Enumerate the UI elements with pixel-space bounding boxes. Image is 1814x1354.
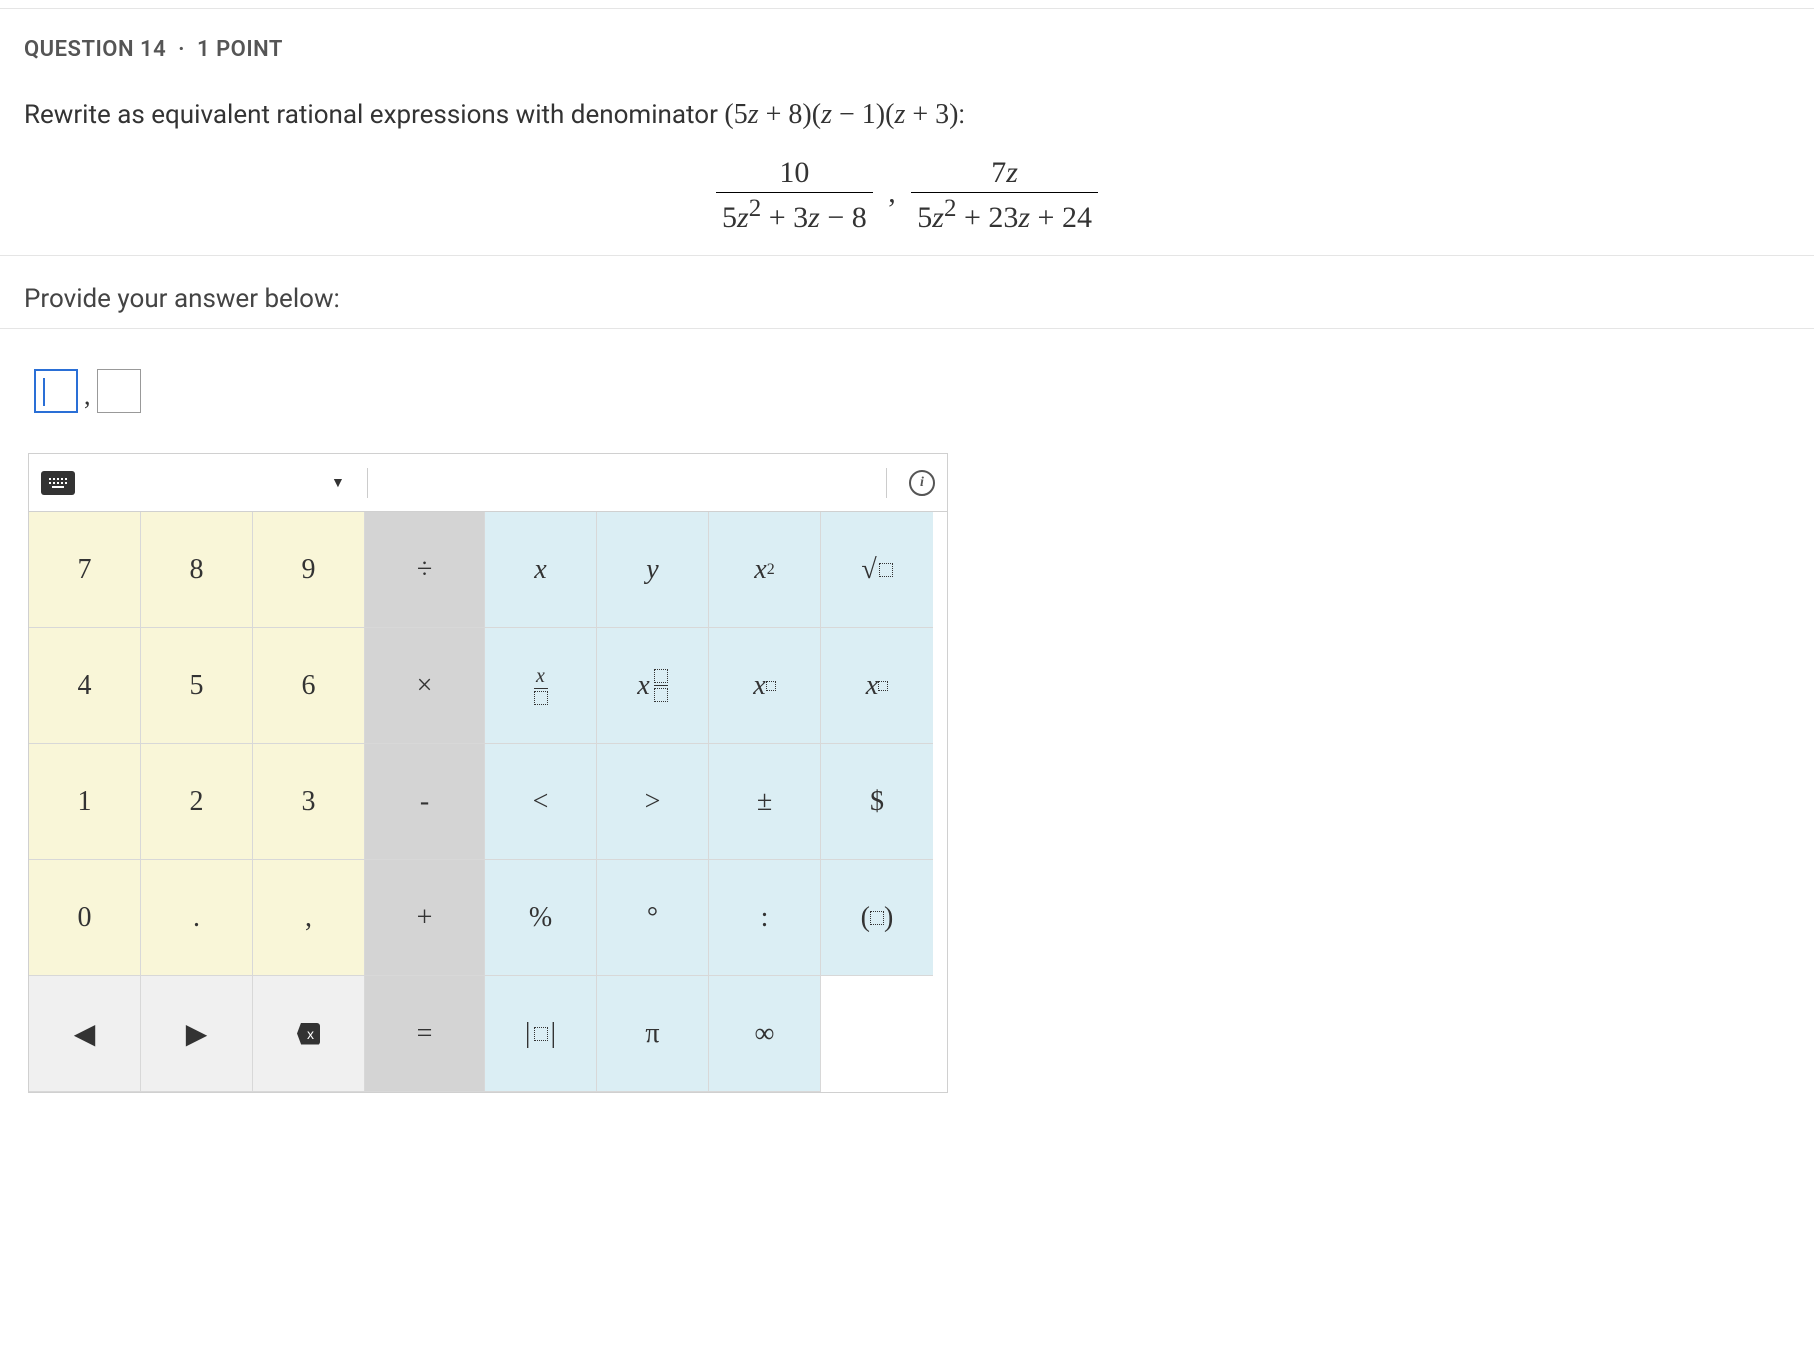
- backspace-icon: x: [297, 1023, 320, 1045]
- key-infinity[interactable]: ∞: [709, 976, 821, 1092]
- keyboard-icon[interactable]: [41, 471, 75, 495]
- question-label-prefix: QUESTION: [24, 37, 134, 62]
- key-greater-than[interactable]: >: [597, 744, 709, 860]
- answer-input-1[interactable]: [34, 369, 78, 413]
- key-pi[interactable]: π: [597, 976, 709, 1092]
- key-8[interactable]: 8: [141, 512, 253, 628]
- key-minus[interactable]: -: [365, 744, 485, 860]
- keypad-toolbar: ▼ i: [29, 454, 947, 512]
- fraction-1: 10 5z2 + 3z − 8: [716, 156, 873, 235]
- key-divide[interactable]: ÷: [365, 512, 485, 628]
- dropdown-caret-icon[interactable]: ▼: [331, 474, 345, 491]
- key-plus[interactable]: +: [365, 860, 485, 976]
- key-percent[interactable]: %: [485, 860, 597, 976]
- key-x-squared[interactable]: x2: [709, 512, 821, 628]
- key-fraction[interactable]: x: [485, 628, 597, 744]
- fraction-2: 7z 5z2 + 23z + 24: [911, 156, 1098, 235]
- target-denominator: (5z + 8)(z − 1)(z + 3): [724, 99, 958, 130]
- toolbar-divider-2: [886, 468, 887, 498]
- fraction-1-denominator: 5z2 + 3z − 8: [716, 192, 873, 235]
- question-points: 1 POINT: [197, 37, 283, 62]
- answer-separator: ,: [84, 381, 91, 413]
- key-3[interactable]: 3: [253, 744, 365, 860]
- sqrt-icon: √: [861, 554, 876, 586]
- key-mixed-fraction[interactable]: x: [597, 628, 709, 744]
- key-comma[interactable]: ,: [253, 860, 365, 976]
- key-0[interactable]: 0: [29, 860, 141, 976]
- caret-left-icon: ◀: [74, 1017, 96, 1051]
- key-degree[interactable]: °: [597, 860, 709, 976]
- key-absolute-value[interactable]: ||: [485, 976, 597, 1092]
- answer-input-2[interactable]: [97, 369, 141, 413]
- question-prompt: Rewrite as equivalent rational expressio…: [24, 94, 1790, 136]
- key-1[interactable]: 1: [29, 744, 141, 860]
- separator-dot: ·: [178, 37, 185, 62]
- key-backspace[interactable]: x: [253, 976, 365, 1092]
- key-empty: [821, 976, 933, 1092]
- key-sqrt[interactable]: √: [821, 512, 933, 628]
- key-x[interactable]: x: [485, 512, 597, 628]
- key-4[interactable]: 4: [29, 628, 141, 744]
- fraction-1-numerator: 10: [716, 156, 873, 192]
- question-number: 14: [140, 37, 166, 62]
- keypad-grid: 7 8 9 ÷ x y x2 √ 4 5 6 × x: [29, 512, 947, 1092]
- key-subscript[interactable]: x: [821, 628, 933, 744]
- fraction-2-numerator: 7z: [911, 156, 1098, 192]
- key-9[interactable]: 9: [253, 512, 365, 628]
- info-icon[interactable]: i: [909, 470, 935, 496]
- keypad-text-input[interactable]: [390, 463, 864, 503]
- key-dot[interactable]: .: [141, 860, 253, 976]
- toolbar-divider: [367, 468, 368, 498]
- answer-area: , ▼ i 7 8 9 ÷ x y x2: [0, 329, 1814, 1093]
- expression-separator: ,: [884, 176, 900, 209]
- mixed-fraction-icon: [654, 669, 668, 702]
- key-7[interactable]: 7: [29, 512, 141, 628]
- caret-right-icon: ▶: [186, 1017, 208, 1051]
- question-block: QUESTION 14 · 1 POINT Rewrite as equival…: [0, 9, 1814, 256]
- key-plus-minus[interactable]: ±: [709, 744, 821, 860]
- expression-line: 10 5z2 + 3z − 8 , 7z 5z2 + 23z + 24: [24, 156, 1790, 235]
- fraction-icon: x: [534, 666, 548, 705]
- prompt-prefix: Rewrite as equivalent rational expressio…: [24, 100, 724, 130]
- question-heading: QUESTION 14 · 1 POINT: [24, 37, 1790, 62]
- key-left-arrow[interactable]: ◀: [29, 976, 141, 1092]
- fraction-2-denominator: 5z2 + 23z + 24: [911, 192, 1098, 235]
- key-dollar[interactable]: $: [821, 744, 933, 860]
- prompt-suffix: :: [958, 100, 964, 130]
- key-5[interactable]: 5: [141, 628, 253, 744]
- key-parentheses[interactable]: (): [821, 860, 933, 976]
- key-y[interactable]: y: [597, 512, 709, 628]
- key-power[interactable]: x: [709, 628, 821, 744]
- key-6[interactable]: 6: [253, 628, 365, 744]
- answer-label: Provide your answer below:: [0, 256, 1814, 329]
- math-keypad: ▼ i 7 8 9 ÷ x y x2 √ 4 5: [28, 453, 948, 1093]
- key-right-arrow[interactable]: ▶: [141, 976, 253, 1092]
- key-multiply[interactable]: ×: [365, 628, 485, 744]
- key-2[interactable]: 2: [141, 744, 253, 860]
- key-less-than[interactable]: <: [485, 744, 597, 860]
- answer-inputs: ,: [34, 369, 1814, 413]
- key-equals[interactable]: =: [365, 976, 485, 1092]
- key-colon[interactable]: :: [709, 860, 821, 976]
